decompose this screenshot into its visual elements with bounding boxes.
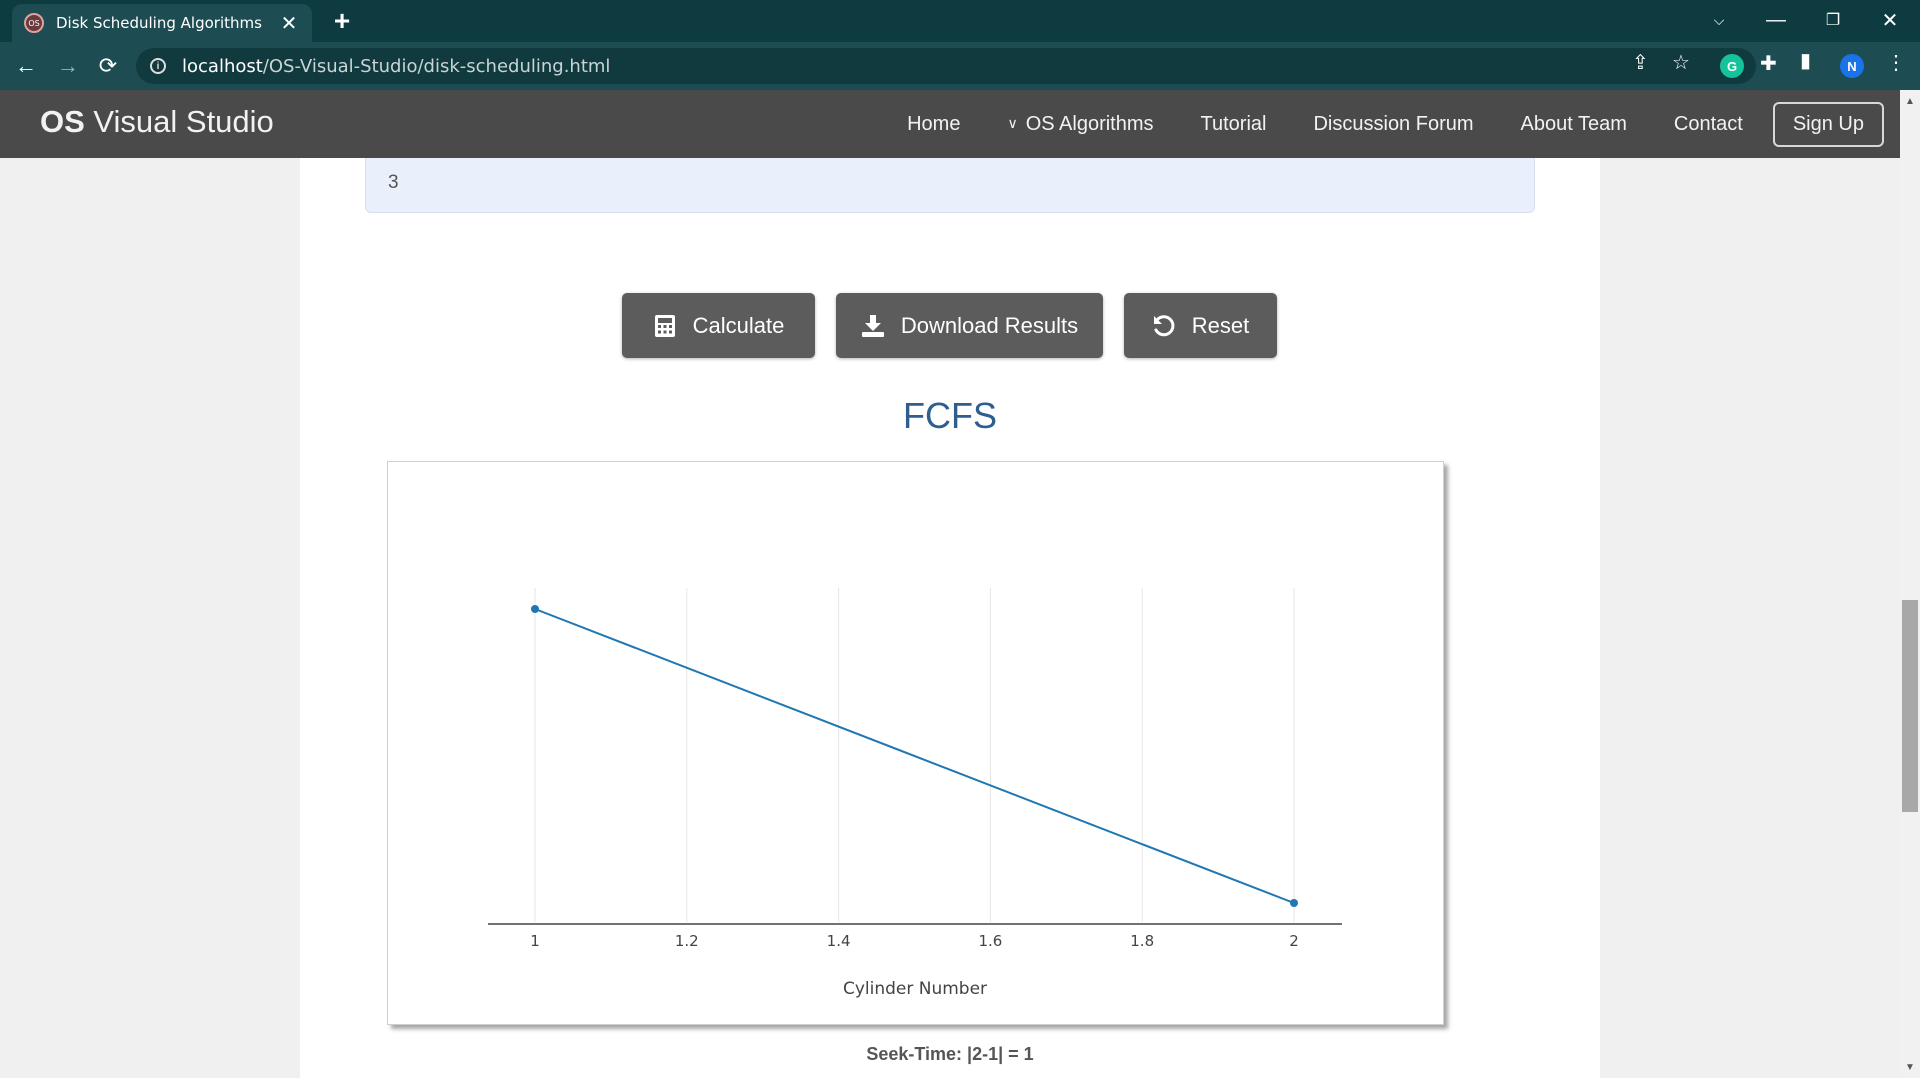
tab-title: Disk Scheduling Algorithms (56, 14, 262, 32)
forward-icon[interactable]: → (52, 50, 84, 82)
x-axis-title: Cylinder Number (843, 979, 987, 999)
nav-about-team[interactable]: About Team (1521, 113, 1627, 136)
minimize-button[interactable]: — (1748, 0, 1804, 40)
back-icon[interactable]: ← (10, 50, 42, 82)
side-panel-icon[interactable]: ▮ (1800, 48, 1811, 73)
nav-tutorial[interactable]: Tutorial (1201, 113, 1267, 136)
requests-input[interactable]: 3 (365, 158, 1535, 213)
seek-time-text: Seek-Time: |2-1| = 1 (866, 1044, 1034, 1064)
download-label: Download Results (900, 312, 1079, 338)
undo-icon (1152, 314, 1176, 338)
site-info-icon[interactable]: i (150, 58, 166, 74)
browser-tab[interactable]: OS Disk Scheduling Algorithms ✕ (12, 4, 312, 42)
browser-tabbar: OS Disk Scheduling Algorithms ✕ + ⌵ — ❐ … (0, 0, 1920, 42)
restore-button[interactable]: ❐ (1805, 0, 1861, 40)
series-line (534, 608, 1295, 904)
new-tab-button[interactable]: + (326, 6, 358, 38)
url-field[interactable]: i localhost/OS-Visual-Studio/disk-schedu… (136, 48, 1756, 84)
calculator-icon (653, 314, 677, 338)
x-tick-label: 1.6 (978, 932, 1002, 950)
sign-up-button[interactable]: Sign Up (1772, 101, 1884, 147)
reset-label: Reset (1191, 312, 1250, 338)
page-side-left (0, 158, 300, 1078)
scroll-down-icon[interactable]: ▼ (1900, 1058, 1920, 1076)
calculate-label: Calculate (692, 312, 785, 338)
calculate-button[interactable]: Calculate (622, 293, 815, 358)
close-window-button[interactable]: ✕ (1862, 0, 1918, 40)
site-brand[interactable]: OS Visual Studio (40, 104, 274, 140)
site-navbar: OS Visual Studio Home ∨ OS Algorithms Tut… (0, 90, 1900, 158)
fcfs-chart: 1 1.2 1.4 1.6 1.8 2 Cylinder Number (387, 461, 1444, 1025)
download-results-button[interactable]: Download Results (836, 293, 1103, 358)
scrollbar-thumb[interactable] (1902, 600, 1918, 812)
x-tick-label: 1 (530, 932, 540, 950)
nav-discussion-forum[interactable]: Discussion Forum (1313, 113, 1473, 136)
profile-avatar[interactable]: N (1840, 54, 1864, 78)
nav-home[interactable]: Home (907, 113, 960, 136)
chart-svg: 1 1.2 1.4 1.6 1.8 2 Cylinder Number (488, 588, 1342, 999)
x-tick-label: 1.8 (1130, 932, 1154, 950)
tab-search-icon[interactable]: ⌵ (1691, 0, 1747, 40)
scroll-up-icon[interactable]: ▲ (1900, 92, 1920, 110)
x-tick-label: 2 (1289, 932, 1299, 950)
extensions-puzzle-icon[interactable]: ✚ (1760, 51, 1777, 76)
grammarly-extension-icon[interactable]: G (1720, 54, 1744, 78)
favicon-icon: OS (24, 13, 44, 33)
data-point (1290, 899, 1298, 907)
close-tab-icon[interactable]: ✕ (278, 11, 300, 36)
x-tick-label: 1.2 (675, 932, 699, 950)
download-icon (861, 314, 885, 338)
address-bar: ← → ⟳ i localhost/OS-Visual-Studio/disk-… (0, 42, 1920, 90)
nav-contact[interactable]: Contact (1674, 113, 1743, 136)
x-tick-label: 1.4 (827, 932, 851, 950)
reset-button[interactable]: Reset (1124, 293, 1277, 358)
chevron-down-icon: ∨ (1007, 114, 1018, 131)
browser-menu-icon[interactable]: ⋮ (1886, 50, 1906, 75)
requests-input-value: 3 (388, 172, 399, 193)
page-side-right (1600, 158, 1900, 1078)
share-icon[interactable]: ⇪ (1632, 50, 1649, 75)
nav-os-algorithms[interactable]: ∨ OS Algorithms (1007, 113, 1153, 136)
url-text: localhost/OS-Visual-Studio/disk-scheduli… (182, 55, 611, 77)
data-point (531, 605, 539, 613)
reload-icon[interactable]: ⟳ (92, 50, 124, 82)
bookmark-star-icon[interactable]: ☆ (1672, 50, 1690, 75)
page-scrollbar[interactable] (1900, 90, 1920, 1078)
nav-links: Home ∨ OS Algorithms Tutorial Discussion … (860, 90, 1884, 158)
chart-title: FCFS (903, 395, 997, 436)
